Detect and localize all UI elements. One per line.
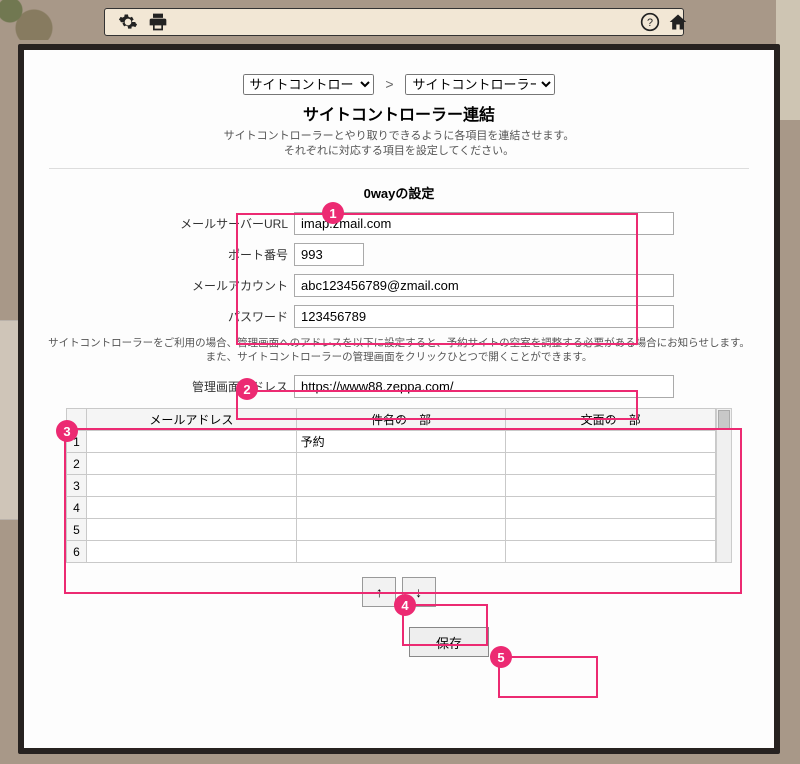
table-row[interactable]: 2	[67, 453, 716, 475]
grid-header-subject: 件名の一部	[296, 409, 506, 431]
filter-table[interactable]: メールアドレス 件名の一部 文面の一部 1予約23456	[66, 408, 716, 563]
password-label: パスワード	[124, 308, 294, 325]
page-subtitle-1: サイトコントローラーとやり取りできるように各項目を連結させます。	[42, 129, 756, 144]
mail-server-input[interactable]	[294, 212, 674, 235]
cell-subject[interactable]: 予約	[296, 431, 506, 453]
breadcrumb-select-2[interactable]: サイトコントローラー連結	[405, 74, 555, 95]
cell-body[interactable]	[506, 497, 716, 519]
cell-mail[interactable]	[87, 541, 297, 563]
divider	[49, 168, 749, 169]
cell-subject[interactable]	[296, 475, 506, 497]
account-input[interactable]	[294, 274, 674, 297]
table-row[interactable]: 6	[67, 541, 716, 563]
home-icon[interactable]	[668, 12, 688, 32]
callout-3: 3	[56, 420, 78, 442]
callout-2: 2	[236, 378, 258, 400]
table-row[interactable]: 4	[67, 497, 716, 519]
move-up-button[interactable]: ↑	[362, 577, 396, 607]
cell-mail[interactable]	[87, 497, 297, 519]
cell-body[interactable]	[506, 541, 716, 563]
top-toolbar-bg	[104, 8, 684, 36]
breadcrumb: サイトコントロー > サイトコントローラー連結	[42, 74, 756, 95]
breadcrumb-separator: >	[385, 76, 393, 92]
row-number: 4	[67, 497, 87, 519]
content-area: サイトコントロー > サイトコントローラー連結 サイトコントローラー連結 サイト…	[24, 50, 774, 748]
port-input[interactable]	[294, 243, 364, 266]
admin-url-label: 管理画面アドレス	[124, 378, 294, 395]
row-number: 2	[67, 453, 87, 475]
cell-mail[interactable]	[87, 475, 297, 497]
grid-header-mail: メールアドレス	[87, 409, 297, 431]
password-input[interactable]	[294, 305, 674, 328]
cell-mail[interactable]	[87, 519, 297, 541]
cell-subject[interactable]	[296, 519, 506, 541]
help-icon[interactable]: ?	[640, 12, 660, 32]
mail-server-label: メールサーバーURL	[124, 215, 294, 232]
save-button[interactable]: 保存	[409, 627, 489, 657]
filter-grid: メールアドレス 件名の一部 文面の一部 1予約23456	[66, 408, 732, 563]
grid-header-body: 文面の一部	[506, 409, 716, 431]
account-label: メールアカウント	[124, 277, 294, 294]
cell-subject[interactable]	[296, 497, 506, 519]
table-row[interactable]: 5	[67, 519, 716, 541]
window-frame: サイトコントロー > サイトコントローラー連結 サイトコントローラー連結 サイト…	[18, 44, 780, 754]
row-number: 3	[67, 475, 87, 497]
callout-4: 4	[394, 594, 416, 616]
cell-body[interactable]	[506, 431, 716, 453]
breadcrumb-select-1[interactable]: サイトコントロー	[243, 74, 374, 95]
row-number: 5	[67, 519, 87, 541]
cell-subject[interactable]	[296, 541, 506, 563]
callout-box-5	[498, 656, 598, 698]
svg-text:?: ?	[647, 17, 653, 29]
callout-5: 5	[490, 646, 512, 668]
grid-scrollbar[interactable]	[716, 408, 732, 563]
page-subtitle-2: それぞれに対応する項目を設定してください。	[42, 144, 756, 159]
admin-url-input[interactable]	[294, 375, 674, 398]
scrollbar-thumb[interactable]	[718, 410, 730, 430]
page-title: サイトコントローラー連結	[42, 101, 756, 125]
admin-note: サイトコントローラーをご利用の場合、管理画面へのアドレスを以下に設定すると、予約…	[42, 336, 756, 365]
cell-body[interactable]	[506, 475, 716, 497]
table-row[interactable]: 3	[67, 475, 716, 497]
print-icon[interactable]	[148, 12, 168, 32]
section-title: 0wayの設定	[42, 183, 756, 202]
callout-1: 1	[322, 202, 344, 224]
row-number: 6	[67, 541, 87, 563]
cell-mail[interactable]	[87, 453, 297, 475]
cell-body[interactable]	[506, 453, 716, 475]
decorative-corner	[0, 0, 60, 40]
gear-icon[interactable]	[118, 12, 138, 32]
cell-subject[interactable]	[296, 453, 506, 475]
port-label: ポート番号	[124, 246, 294, 263]
cell-body[interactable]	[506, 519, 716, 541]
table-row[interactable]: 1予約	[67, 431, 716, 453]
cell-mail[interactable]	[87, 431, 297, 453]
